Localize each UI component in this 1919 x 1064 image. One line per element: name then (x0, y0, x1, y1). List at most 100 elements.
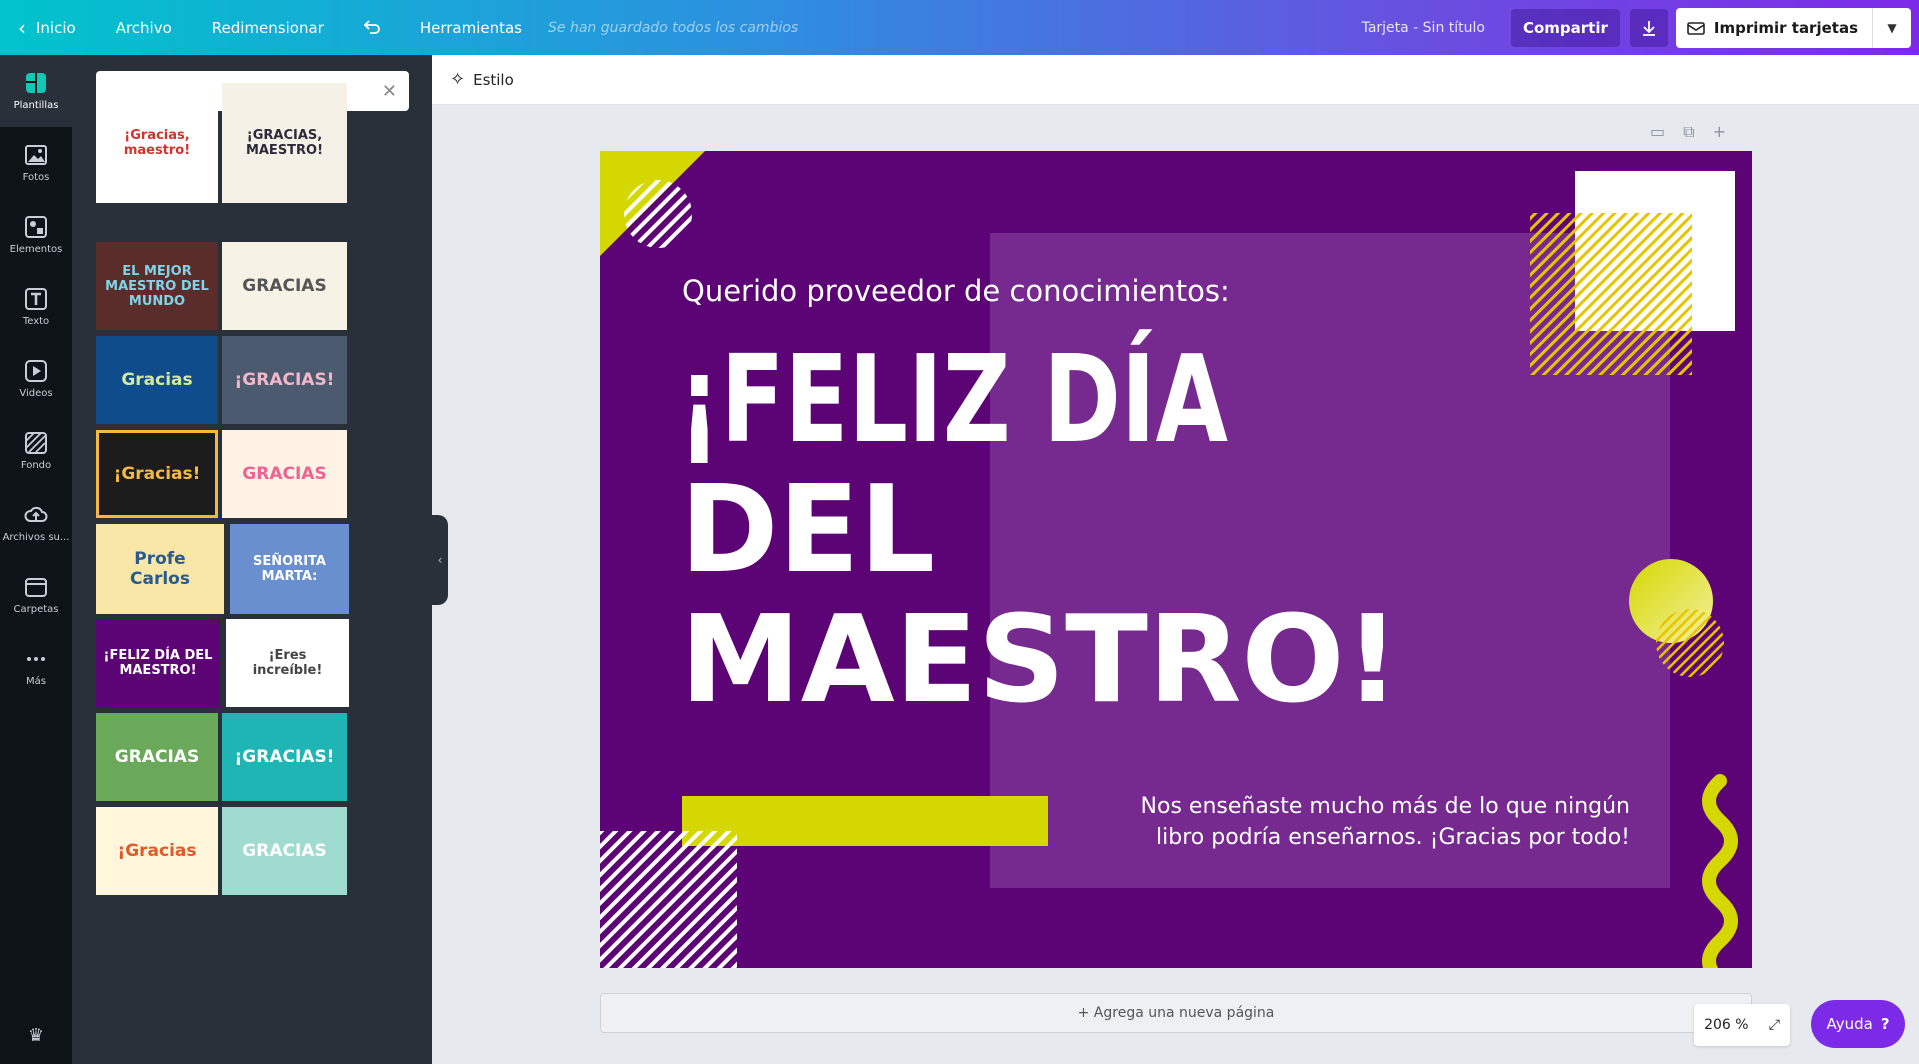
fullscreen-icon[interactable]: ⤢ (1769, 1017, 1780, 1033)
print-cards-main[interactable]: Imprimir tarjetas (1676, 7, 1873, 48)
close-icon[interactable]: ✕ (382, 81, 397, 102)
add-page-icon[interactable]: + (1713, 122, 1726, 142)
home-label: Inicio (36, 18, 76, 37)
add-page-button[interactable]: + Agrega una nueva página (600, 993, 1752, 1033)
download-button[interactable] (1629, 8, 1668, 47)
template-thumbnail-text: GRACIAS (242, 841, 327, 861)
template-thumbnail[interactable]: GRACIAS (96, 713, 218, 801)
rail-item-more[interactable]: Más (0, 631, 72, 703)
chevron-left-icon: ‹ (18, 15, 26, 40)
card-headline-line-1: ¡FELIZ DÍA (678, 330, 1228, 470)
template-thumbnail-text: ¡Gracias (117, 841, 197, 861)
rail-item-label: Elementos (9, 244, 63, 255)
rail-item-label: Videos (19, 388, 53, 399)
template-thumbnail[interactable]: ¡GRACIAS, MAESTRO! (222, 83, 347, 203)
rail-item-templates[interactable]: Plantillas (0, 55, 72, 127)
template-thumbnail-text: EL MEJOR MAESTRO DEL MUNDO (105, 263, 209, 309)
template-thumbnail[interactable]: ¡GRACIAS! (222, 713, 347, 801)
context-toolbar: ✧ Estilo (432, 55, 1919, 105)
templates-panel: maestro ✕ ¡Gracias, maestro!¡GRACIAS, MA… (72, 55, 432, 1064)
sparkle-icon: ✧ (450, 69, 466, 90)
template-thumbnail-text: Profe Carlos (130, 549, 190, 589)
chevron-left-icon: ‹ (437, 553, 443, 567)
elements-icon (24, 215, 48, 239)
template-thumbnail-text: ¡FELIZ DÍA DEL MAESTRO! (103, 648, 213, 678)
template-thumbnail[interactable]: EL MEJOR MAESTRO DEL MUNDO (96, 242, 218, 330)
zoom-level[interactable]: 206 % (1704, 1017, 1748, 1033)
rail-item-photos[interactable]: Fotos (0, 127, 72, 199)
template-thumbnail-text: SEÑORITA MARTA: (253, 554, 326, 584)
tools-menu[interactable]: Herramientas (400, 0, 542, 55)
template-thumbnail[interactable]: SEÑORITA MARTA: (230, 524, 349, 614)
rail-item-folder[interactable]: Carpetas (0, 559, 72, 631)
template-thumbnail[interactable]: ¡Gracias, maestro! (96, 83, 218, 203)
template-thumbnail-text: GRACIAS (242, 276, 327, 296)
background-icon (24, 431, 48, 455)
video-icon (24, 359, 48, 383)
zoom-control[interactable]: 206 % ⤢ (1694, 1004, 1790, 1046)
help-label: Ayuda (1826, 1015, 1873, 1033)
text-icon (24, 287, 48, 311)
duplicate-page-icon[interactable]: ⧉ (1683, 122, 1694, 142)
template-thumbnail[interactable]: ¡FELIZ DÍA DEL MAESTRO! (96, 619, 220, 707)
yellow-squiggle (1702, 774, 1738, 968)
note-icon[interactable]: ▭ (1650, 122, 1665, 142)
rail-item-video[interactable]: Videos (0, 343, 72, 415)
template-thumbnail[interactable]: GRACIAS (222, 807, 347, 895)
template-thumbnail[interactable]: ¡Eres increíble! (226, 619, 349, 707)
rail-item-label: Más (26, 676, 46, 687)
card-greeting: Querido proveedor de conocimientos: (682, 274, 1230, 308)
template-thumbnail[interactable]: GRACIAS (222, 430, 347, 518)
white-striped-block (600, 831, 737, 968)
template-thumbnail[interactable]: ¡Gracias! (96, 430, 218, 518)
rail-item-label: Plantillas (13, 100, 59, 111)
document-title[interactable]: Tarjeta - Sin título (1362, 20, 1511, 36)
template-thumbnail-text: ¡GRACIAS! (234, 747, 335, 767)
card-artwork: Querido proveedor de conocimientos: ¡FEL… (600, 151, 1738, 968)
more-icon (24, 647, 48, 671)
rail-item-background[interactable]: Fondo (0, 415, 72, 487)
rail-item-label: Texto (22, 316, 50, 327)
rail-item-elements[interactable]: Elementos (0, 199, 72, 271)
card-body-line-1: Nos enseñaste mucho más de lo que ningún (1141, 794, 1630, 819)
top-bar: ‹ Inicio Archivo Redimensionar Herramien… (0, 0, 1919, 55)
template-thumbnail-text: GRACIAS (114, 747, 200, 767)
undo-button[interactable] (344, 0, 400, 55)
photos-icon (24, 143, 48, 167)
template-thumbnail[interactable]: Profe Carlos (96, 524, 224, 614)
download-icon (1642, 20, 1655, 36)
striped-yellow-circle (1656, 609, 1724, 677)
print-options-dropdown[interactable]: ▼ (1873, 21, 1911, 35)
striped-circle (624, 180, 692, 248)
home-button[interactable]: ‹ Inicio (0, 0, 96, 55)
template-thumbnail-text: GRACIAS (242, 464, 327, 484)
template-thumbnail-text: ¡Gracias, maestro! (123, 128, 191, 158)
crown-icon[interactable]: ♛ (0, 1025, 72, 1046)
rail-item-label: Fondo (20, 460, 52, 471)
template-thumbnail-text: Gracias (121, 370, 193, 390)
rail-item-text[interactable]: Texto (0, 271, 72, 343)
folder-icon (24, 575, 48, 599)
rail-item-upload[interactable]: Archivos su... (0, 487, 72, 559)
file-menu[interactable]: Archivo (96, 0, 192, 55)
template-thumbnail-text: ¡GRACIAS! (234, 370, 335, 390)
print-cards-button[interactable]: Imprimir tarjetas ▼ (1675, 7, 1911, 48)
card-headline-line-3: MAESTRO! (680, 591, 1400, 730)
template-thumbnail[interactable]: Gracias (96, 336, 218, 424)
template-thumbnail-text: ¡Eres increíble! (252, 648, 323, 678)
envelope-icon (1687, 21, 1705, 35)
design-canvas[interactable]: Querido proveedor de conocimientos: ¡FEL… (600, 151, 1752, 968)
resize-menu[interactable]: Redimensionar (192, 0, 344, 55)
template-thumbnail-text: ¡Gracias! (113, 464, 201, 484)
share-button[interactable]: Compartir (1510, 8, 1620, 47)
rail-item-label: Carpetas (13, 604, 59, 615)
help-button[interactable]: Ayuda ? (1811, 1000, 1905, 1048)
template-thumbnail[interactable]: ¡GRACIAS! (222, 336, 347, 424)
style-button[interactable]: Estilo (473, 71, 514, 89)
template-thumbnail[interactable]: GRACIAS (222, 242, 347, 330)
collapse-panel-button[interactable]: ‹ (432, 515, 448, 605)
template-thumbnail[interactable]: ¡Gracias (96, 807, 218, 895)
undo-icon (363, 19, 380, 34)
question-icon: ? (1880, 1015, 1890, 1033)
save-status: Se han guardado todos los cambios (548, 19, 799, 36)
